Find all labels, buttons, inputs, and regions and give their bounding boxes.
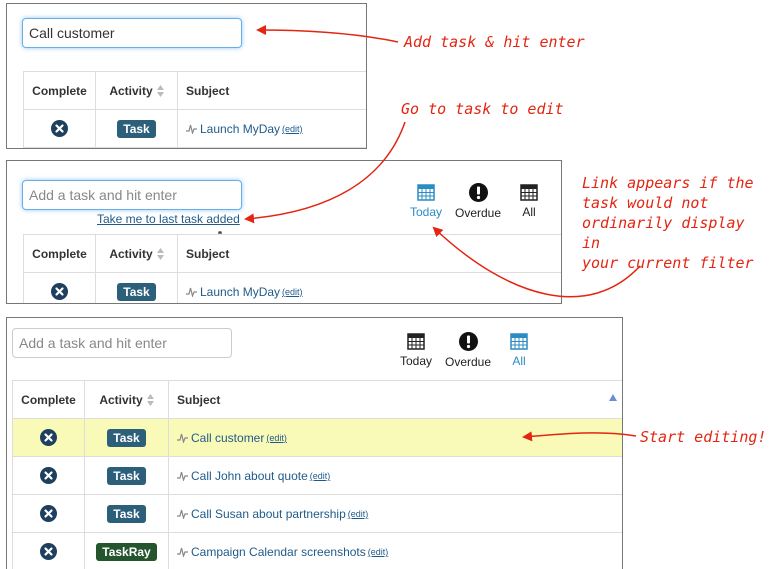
- arrow-last-task-link: [244, 121, 406, 224]
- annotation-arrows: [244, 25, 641, 442]
- arrow-start-editing: [522, 431, 637, 442]
- arrow-today-filter: [432, 226, 641, 298]
- arrow-add-task: [256, 25, 399, 43]
